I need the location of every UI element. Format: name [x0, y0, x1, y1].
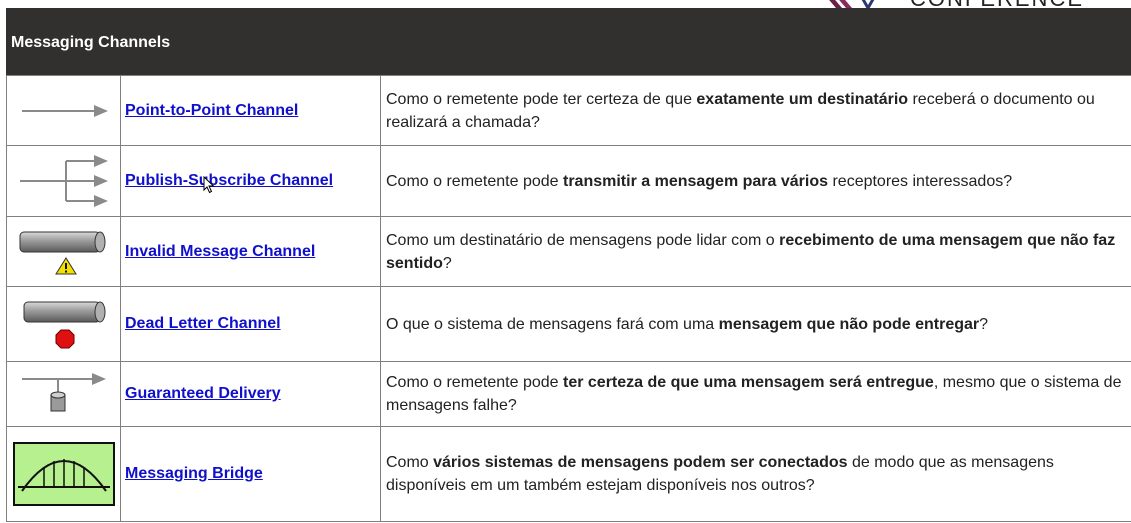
channel-description: O que o sistema de mensagens fará com um…	[380, 286, 1131, 362]
table-row: Invalid Message Channel Como um destinat…	[6, 216, 1131, 287]
conference-wordmark: CONFERENCE	[910, 0, 1084, 8]
messaging-channels-panel: Messaging Channels Point-to-Point Channe…	[6, 8, 1131, 522]
description-text: Como o remetente pode	[386, 374, 563, 391]
description-text: Como	[386, 454, 434, 471]
description-emphasis: transmitir a mensagem para vários	[563, 172, 829, 190]
publish-subscribe-arrows-icon	[19, 155, 108, 207]
dead-letter-channel-link[interactable]: Dead Letter Channel	[125, 315, 281, 332]
channel-description: Como o remetente pode ter certeza de que…	[380, 75, 1131, 146]
panel-title: Messaging Channels	[11, 34, 171, 51]
description-text: Como o remetente pode ter certeza de que	[386, 90, 697, 108]
description-text: Como um destinatário de mensagens pode l…	[386, 231, 780, 249]
conference-logo-mark-icon	[829, 0, 875, 8]
description-text: receptores interessados?	[828, 172, 1013, 190]
pipe-stop-icon	[23, 301, 105, 349]
mouse-cursor-icon	[203, 176, 215, 194]
description-emphasis: vários sistemas de mensagens podem ser c…	[433, 454, 848, 471]
channel-description: Como o remetente pode ter certeza de que…	[380, 361, 1131, 427]
channels-table: Point-to-Point Channel Como o remetente …	[6, 75, 1131, 522]
table-row: Point-to-Point Channel Como o remetente …	[6, 75, 1131, 146]
table-row: Messaging Bridge Como vários sistemas de…	[6, 426, 1131, 522]
publish-subscribe-channel-link[interactable]: Publish-Subscribe Channel	[125, 172, 333, 189]
channel-description: Como um destinatário de mensagens pode l…	[380, 216, 1131, 287]
messaging-bridge-link[interactable]: Messaging Bridge	[125, 465, 263, 482]
panel-header: Messaging Channels	[6, 8, 1131, 75]
channel-description: Como o remetente pode transmitir a mensa…	[380, 145, 1131, 217]
guaranteed-delivery-link[interactable]: Guaranteed Delivery	[125, 385, 281, 402]
description-emphasis: ter certeza de que uma mensagem será ent…	[563, 374, 934, 391]
description-emphasis: mensagem que não pode entregar	[718, 315, 980, 333]
table-row: Dead Letter Channel O que o sistema de m…	[6, 286, 1131, 362]
description-text: ?	[442, 254, 452, 272]
arrow-with-storage-icon	[21, 373, 106, 412]
bridge-icon	[12, 442, 115, 506]
channel-description: Como vários sistemas de mensagens podem …	[380, 426, 1131, 522]
description-text: ?	[979, 315, 989, 333]
point-to-point-channel-link[interactable]: Point-to-Point Channel	[125, 102, 298, 119]
table-row: Guaranteed Delivery Como o remetente pod…	[6, 361, 1131, 427]
invalid-message-channel-link[interactable]: Invalid Message Channel	[125, 243, 315, 260]
description-text: O que o sistema de mensagens fará com um…	[386, 315, 719, 333]
description-emphasis: exatamente um destinatário	[696, 90, 909, 108]
point-to-point-arrow-icon	[21, 104, 108, 117]
description-text: Como o remetente pode	[386, 172, 563, 190]
table-row: Publish-Subscribe Channel Como o remeten…	[6, 145, 1131, 217]
conference-logo: CONFERENCE	[810, 0, 1131, 8]
pipe-warning-icon	[19, 231, 105, 274]
